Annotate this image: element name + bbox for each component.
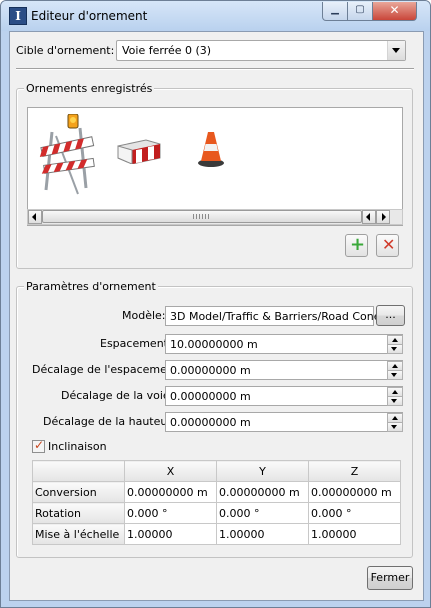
- spacing-spinner[interactable]: [387, 335, 403, 354]
- grid-cell[interactable]: 0.000 °: [216, 502, 309, 524]
- grid-header-row: X Y Z: [32, 460, 401, 482]
- spacing-offset-label: Décalage de l'espacement:: [32, 363, 182, 376]
- scroll-left-button[interactable]: [28, 210, 42, 224]
- minimize-icon: ▁: [331, 4, 339, 15]
- scroll-right-button[interactable]: [376, 210, 390, 224]
- dialog-body: Cible d'ornement: Voie ferrée 0 (3) Orne…: [9, 31, 424, 601]
- column-header-x[interactable]: X: [124, 460, 217, 482]
- saved-ornaments-title: Ornements enregistrés: [24, 82, 155, 95]
- spin-down-icon[interactable]: [387, 422, 403, 432]
- grid-cell[interactable]: 0.000 °: [308, 502, 401, 524]
- title-bar[interactable]: I Editeur d'ornement ▁ ▢ ✕: [1, 1, 430, 31]
- browse-model-button[interactable]: ...: [376, 305, 405, 326]
- lane-offset-field[interactable]: 0.00000000 m: [165, 386, 403, 406]
- minimize-button[interactable]: ▁: [322, 2, 348, 21]
- spacing-value: 10.00000000 m: [170, 338, 258, 351]
- lane-offset-value: 0.00000000 m: [170, 390, 251, 403]
- grid-cell[interactable]: 0.00000000 m: [216, 481, 309, 503]
- tilt-checkbox[interactable]: ✓: [32, 438, 45, 453]
- editor-window: I Editeur d'ornement ▁ ▢ ✕ Cible d'ornem…: [0, 0, 431, 608]
- height-offset-field[interactable]: 0.00000000 m: [165, 412, 403, 432]
- window-title: Editeur d'ornement: [31, 9, 148, 23]
- maximize-icon: ▢: [355, 4, 365, 15]
- scroll-left-button-2[interactable]: [362, 210, 376, 224]
- gallery-scrollbar[interactable]: [27, 209, 403, 225]
- model-field[interactable]: 3D Model/Traffic & Barriers/Road Cone: [165, 306, 381, 326]
- transform-grid: X Y Z Conversion 0.00000000 m 0.00000000…: [32, 460, 401, 545]
- delete-icon: ✕: [382, 235, 396, 254]
- grid-cell[interactable]: 1.00000: [124, 523, 217, 545]
- spacing-field[interactable]: 10.00000000 m: [165, 334, 403, 354]
- spacing-offset-value: 0.00000000 m: [170, 364, 251, 377]
- column-header-y[interactable]: Y: [216, 460, 309, 482]
- close-window-button[interactable]: ✕: [372, 2, 417, 21]
- height-offset-value: 0.00000000 m: [170, 416, 251, 429]
- grid-cell[interactable]: 0.00000000 m: [124, 481, 217, 503]
- close-icon: ✕: [389, 3, 400, 17]
- grid-cell[interactable]: 1.00000: [308, 523, 401, 545]
- ornament-barrier-block[interactable]: [116, 138, 162, 165]
- table-row: Mise à l'échelle 1.00000 1.00000 1.00000: [32, 523, 401, 545]
- lane-offset-spinner[interactable]: [387, 387, 403, 406]
- close-button[interactable]: Fermer: [367, 566, 413, 590]
- spacing-label: Espacement:: [100, 337, 172, 350]
- spacing-offset-spinner[interactable]: [387, 361, 403, 380]
- table-row: Rotation 0.000 ° 0.000 ° 0.000 °: [32, 502, 401, 524]
- remove-ornament-button[interactable]: ✕: [376, 234, 399, 257]
- row-header[interactable]: Rotation: [32, 502, 125, 524]
- grid-cell[interactable]: 0.000 °: [124, 502, 217, 524]
- tilt-label: Inclinaison: [48, 440, 107, 453]
- row-header[interactable]: Conversion: [32, 481, 125, 503]
- target-value: Voie ferrée 0 (3): [122, 44, 212, 57]
- params-title: Paramètres d'ornement: [24, 280, 158, 293]
- checkmark-icon: ✓: [34, 438, 45, 452]
- target-label: Cible d'ornement:: [16, 44, 115, 57]
- grid-corner: [32, 460, 125, 482]
- column-header-z[interactable]: Z: [308, 460, 401, 482]
- lane-offset-label: Décalage de la voie:: [61, 389, 174, 402]
- target-dropdown[interactable]: Voie ferrée 0 (3): [116, 40, 406, 61]
- row-header[interactable]: Mise à l'échelle: [32, 523, 125, 545]
- spin-down-icon[interactable]: [387, 396, 403, 406]
- chevron-down-icon: [387, 41, 405, 60]
- add-ornament-button[interactable]: +: [345, 234, 368, 257]
- scroll-thumb[interactable]: [42, 210, 362, 223]
- plus-icon: +: [350, 234, 366, 255]
- spin-down-icon[interactable]: [387, 344, 403, 354]
- height-offset-spinner[interactable]: [387, 413, 403, 432]
- model-label: Modèle:: [122, 309, 166, 322]
- maximize-button[interactable]: ▢: [347, 2, 373, 21]
- grid-cell[interactable]: 1.00000: [216, 523, 309, 545]
- model-value: 3D Model/Traffic & Barriers/Road Cone: [170, 310, 381, 323]
- table-row: Conversion 0.00000000 m 0.00000000 m 0.0…: [32, 481, 401, 503]
- spacing-offset-field[interactable]: 0.00000000 m: [165, 360, 403, 380]
- ornament-road-cone[interactable]: [196, 130, 226, 168]
- height-offset-label: Décalage de la hauteur:: [43, 415, 176, 428]
- grid-cell[interactable]: 0.00000000 m: [308, 481, 401, 503]
- app-icon: I: [9, 7, 27, 25]
- spin-down-icon[interactable]: [387, 370, 403, 380]
- ornament-barrier-sign[interactable]: [38, 113, 102, 198]
- divider: [16, 68, 414, 70]
